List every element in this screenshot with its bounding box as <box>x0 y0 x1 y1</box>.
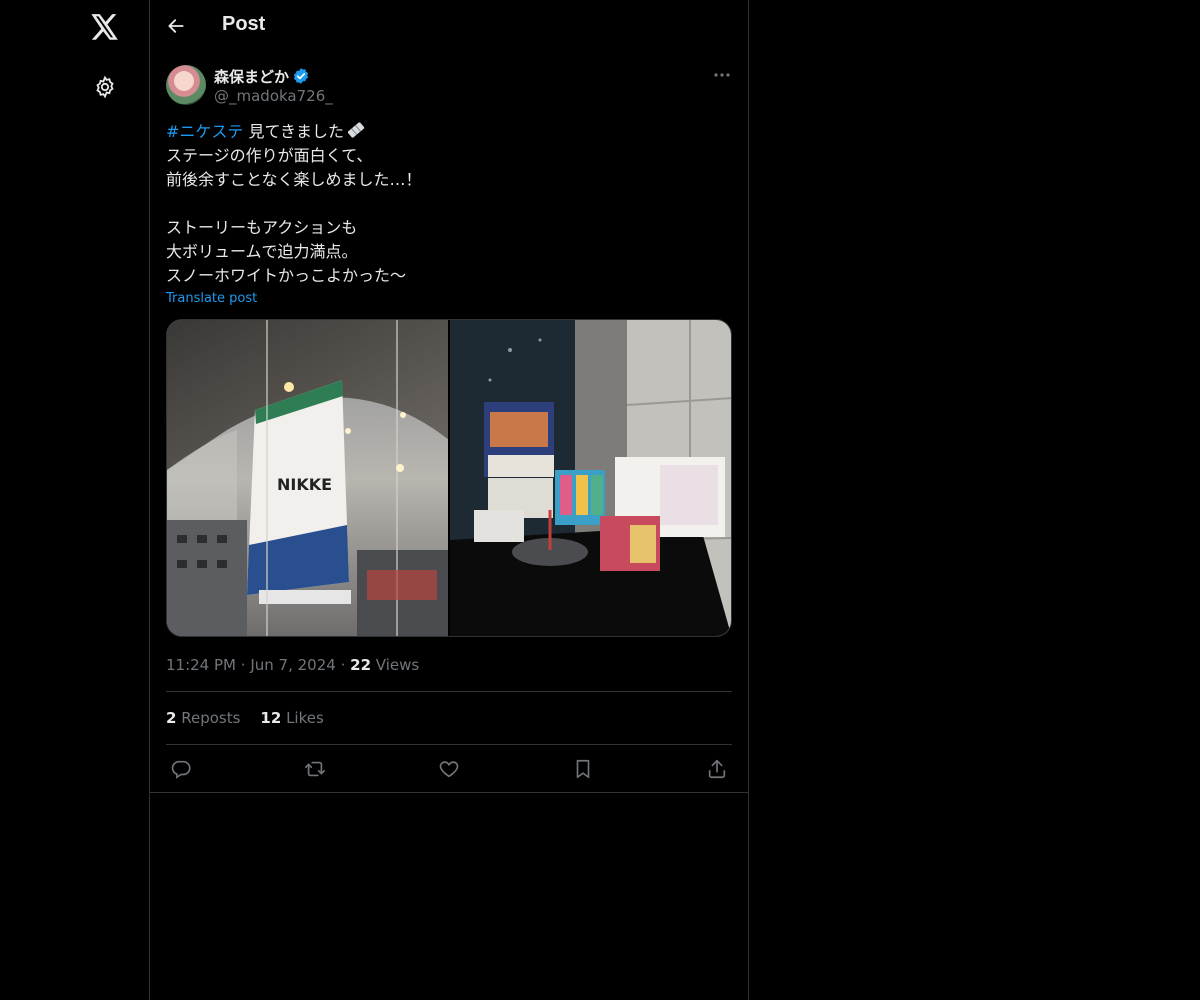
divider <box>150 792 748 793</box>
avatar[interactable] <box>166 65 206 105</box>
views-label: Views <box>375 656 420 674</box>
post-text-first-line: 見てきました <box>243 122 345 141</box>
svg-text:NIKKE: NIKKE <box>277 475 332 494</box>
heart-icon[interactable] <box>436 756 462 782</box>
divider <box>166 744 732 745</box>
likes-label: Likes <box>286 709 324 727</box>
main-column: Post 森保まどか @_madoka726_ #ニケステ 見てきましたステージ… <box>150 0 749 1000</box>
reply-icon[interactable] <box>168 756 194 782</box>
more-options-icon[interactable] <box>712 65 732 85</box>
page-header: Post <box>150 0 748 54</box>
gear-icon[interactable] <box>92 74 118 100</box>
divider <box>166 691 732 692</box>
repost-icon[interactable] <box>302 756 328 782</box>
author-handle[interactable]: @_madoka726_ <box>214 87 333 105</box>
translate-post-link[interactable]: Translate post <box>166 291 257 306</box>
post-text-body: ステージの作りが面白くて、 前後余すことなく楽しめました…！ ストーリーもアクシ… <box>166 146 422 285</box>
reposts-count: 2 <box>166 709 177 727</box>
share-icon[interactable] <box>704 756 730 782</box>
post-date[interactable]: Jun 7, 2024 <box>250 656 335 674</box>
reposts-stat[interactable]: 2 Reposts <box>166 709 240 727</box>
x-logo-icon[interactable] <box>89 11 121 43</box>
meta-separator: · <box>340 656 346 674</box>
post-media: NIKKE <box>166 319 732 637</box>
views-count: 22 <box>350 656 372 674</box>
post-metadata: 11:24 PM · Jun 7, 2024 · 22 Views <box>166 656 419 674</box>
engagement-stats: 2 Reposts 12 Likes <box>166 709 324 727</box>
post-actions <box>166 756 732 782</box>
arrow-left-icon[interactable] <box>164 14 188 38</box>
page-title: Post <box>222 13 266 35</box>
photo-venue-banner[interactable]: NIKKE <box>167 320 448 636</box>
bookmark-icon[interactable] <box>570 756 596 782</box>
post-time[interactable]: 11:24 PM <box>166 656 236 674</box>
meta-separator: · <box>240 656 246 674</box>
verified-badge-icon <box>292 67 310 85</box>
ticket-emoji-icon <box>346 120 366 140</box>
photo-merch-display[interactable] <box>450 320 731 636</box>
post-text: #ニケステ 見てきましたステージの作りが面白くて、 前後余すことなく楽しめました… <box>166 120 732 288</box>
side-nav <box>0 0 150 1000</box>
hashtag-link[interactable]: #ニケステ <box>166 122 243 141</box>
reposts-label: Reposts <box>181 709 241 727</box>
likes-stat[interactable]: 12 Likes <box>260 709 323 727</box>
post-author: 森保まどか @_madoka726_ <box>166 65 732 107</box>
likes-count: 12 <box>260 709 282 727</box>
author-display-name[interactable]: 森保まどか <box>214 66 289 87</box>
